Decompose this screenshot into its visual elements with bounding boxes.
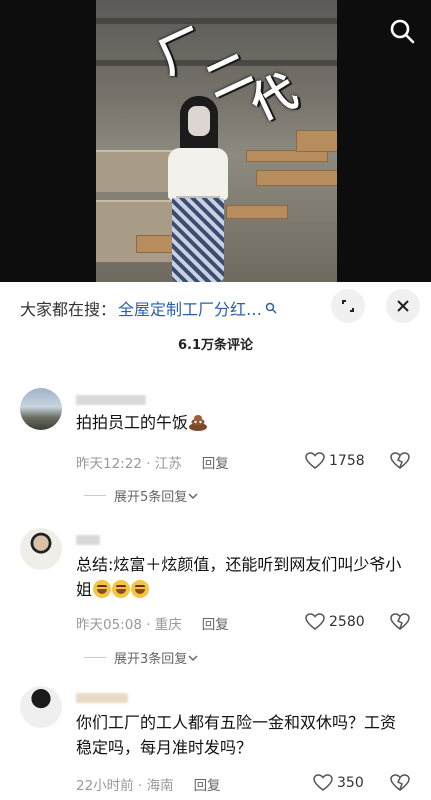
expand-replies-button[interactable]: 展开5条回复 bbox=[84, 486, 199, 505]
reply-button[interactable]: 回复 bbox=[194, 778, 221, 794]
dislike-icon[interactable] bbox=[390, 613, 410, 631]
heart-icon bbox=[305, 613, 325, 630]
comment-meta: 昨天12:22 · 江苏 回复 bbox=[76, 456, 229, 472]
video-player[interactable]: 厂 二 代 bbox=[0, 0, 431, 282]
dislike-icon[interactable] bbox=[390, 452, 410, 470]
like-button[interactable]: 1758 bbox=[305, 452, 365, 470]
comment-location: 江苏 bbox=[154, 456, 182, 472]
laugh-emoji-icon bbox=[131, 580, 150, 598]
poop-emoji-icon bbox=[189, 415, 208, 431]
avatar[interactable] bbox=[20, 388, 62, 430]
comment-text: 你们工厂的工人都有五险一金和双休吗？工资稳定吗，每月准时发吗？ bbox=[76, 710, 410, 760]
comment-text: 总结:炫富＋炫颜值，还能听到网友们叫少爷小姐 bbox=[76, 552, 410, 602]
search-term-link[interactable]: 全屋定制工厂分红… bbox=[118, 296, 262, 320]
avatar[interactable] bbox=[20, 528, 62, 570]
heart-icon bbox=[305, 452, 325, 469]
username-blurred[interactable] bbox=[76, 532, 100, 546]
video-person bbox=[162, 96, 232, 282]
like-button[interactable]: 350 bbox=[313, 774, 364, 792]
reply-button[interactable]: 回复 bbox=[202, 617, 229, 633]
close-button[interactable] bbox=[386, 289, 420, 323]
like-count: 1758 bbox=[329, 453, 365, 469]
comment-meta: 22小时前 · 海南 回复 bbox=[76, 778, 221, 794]
heart-icon bbox=[313, 774, 333, 791]
expand-button[interactable] bbox=[331, 289, 365, 323]
comment-panel: 大家都在搜： 全屋定制工厂分红… 6.1万条评论 拍拍员工的午饭 昨天12:22… bbox=[0, 282, 431, 800]
comment-meta: 昨天05:08 · 重庆 回复 bbox=[76, 617, 229, 633]
chevron-down-icon bbox=[188, 654, 198, 661]
dislike-icon[interactable] bbox=[390, 774, 410, 792]
search-icon[interactable] bbox=[389, 18, 415, 44]
expand-icon bbox=[342, 300, 354, 312]
like-count: 2580 bbox=[329, 614, 365, 630]
comment-text-content: 拍拍员工的午饭 bbox=[76, 413, 189, 432]
comment-time: 昨天05:08 bbox=[76, 617, 142, 633]
chevron-down-icon bbox=[188, 492, 198, 499]
comment-time: 昨天12:22 bbox=[76, 456, 142, 472]
comment-time: 22小时前 bbox=[76, 778, 134, 794]
like-button[interactable]: 2580 bbox=[305, 613, 365, 631]
comment-count: 6.1万条评论 bbox=[177, 338, 254, 353]
comment-text: 拍拍员工的午饭 bbox=[76, 410, 410, 435]
close-icon bbox=[397, 300, 409, 312]
expand-replies-button[interactable]: 展开3条回复 bbox=[84, 648, 199, 667]
blurred-face bbox=[188, 106, 210, 136]
expand-replies-label: 展开5条回复 bbox=[114, 490, 188, 505]
comment-text-content: 你们工厂的工人都有五险一金和双休吗？工资稳定吗，每月准时发吗？ bbox=[76, 713, 397, 757]
username-blurred[interactable] bbox=[76, 392, 146, 406]
like-count: 350 bbox=[337, 775, 364, 791]
reply-button[interactable]: 回复 bbox=[202, 456, 229, 472]
comment-location: 海南 bbox=[146, 778, 174, 794]
comment-location: 重庆 bbox=[154, 617, 182, 633]
search-mini-icon bbox=[265, 302, 277, 314]
avatar[interactable] bbox=[20, 686, 62, 728]
laugh-emoji-icon bbox=[112, 580, 131, 598]
search-prefix: 大家都在搜： bbox=[20, 300, 117, 319]
laugh-emoji-icon bbox=[93, 580, 112, 598]
username-blurred[interactable] bbox=[76, 690, 128, 704]
expand-replies-label: 展开3条回复 bbox=[114, 652, 188, 667]
